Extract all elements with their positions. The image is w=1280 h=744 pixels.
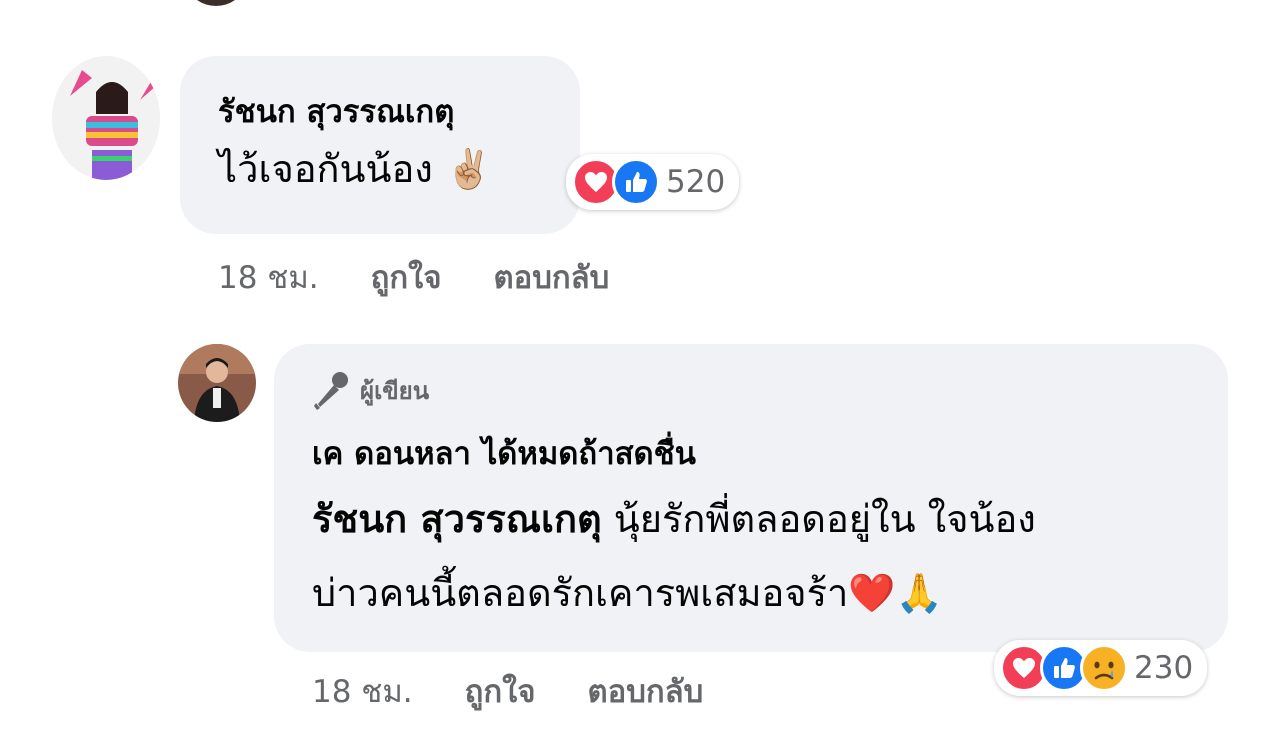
like-action-button[interactable]: ถูกใจ: [465, 666, 536, 716]
reaction-count: 230: [1134, 650, 1194, 686]
reply-author-name[interactable]: เค ดอนหลา ได้หมดถ้าสดชื่น: [312, 428, 696, 478]
reply-timestamp[interactable]: 18 ชม.: [312, 666, 413, 716]
comment-bubble: [180, 56, 580, 234]
like-icon: [612, 158, 660, 206]
reply-text-line-1: รัชนก สุวรรณเกตุ นุ้ยรักพี่ตลอดอยู่ใน ใจ…: [312, 500, 1036, 538]
reply-text-body-2: บ่าวคนนี้ตลอดรักเคารพเสมอจร้า: [312, 571, 849, 615]
comment-author-name[interactable]: รัชนก สุวรรณเกตุ: [218, 86, 454, 136]
like-action-button[interactable]: ถูกใจ: [371, 252, 442, 302]
avatar-photo: [178, 344, 256, 422]
commenter-avatar[interactable]: [52, 56, 160, 180]
author-badge-label: ผู้เขียน: [360, 376, 430, 405]
heart-pray-emoji: ❤️🙏: [848, 571, 943, 615]
reaction-summary[interactable]: 520: [566, 154, 740, 210]
author-badge: ผู้เขียน: [312, 370, 429, 410]
sad-icon: [1080, 644, 1128, 692]
reply-text-body-1: นุ้ยรักพี่ตลอดอยู่ใน ใจน้อง: [601, 497, 1036, 541]
reply-action-button[interactable]: ตอบกลับ: [587, 666, 703, 716]
avatar-photo: [52, 56, 160, 180]
reply-action-button[interactable]: ตอบกลับ: [493, 252, 609, 302]
reply-author-avatar[interactable]: [178, 344, 256, 422]
comment-text: ไว้เจอกันน้อง ✌🏼: [218, 150, 492, 188]
mention-link[interactable]: รัชนก สุวรรณเกตุ: [312, 497, 602, 541]
reaction-summary[interactable]: 230: [994, 640, 1208, 696]
previous-comment-avatar[interactable]: [190, 0, 242, 6]
victory-hand-emoji: ✌🏼: [444, 147, 493, 191]
comment-text-body: ไว้เจอกันน้อง: [218, 147, 433, 191]
reaction-count: 520: [666, 164, 726, 200]
microphone-icon: [314, 372, 348, 410]
reply-actions: 18 ชม. ถูกใจ ตอบกลับ: [312, 666, 703, 716]
reply-text-line-2: บ่าวคนนี้ตลอดรักเคารพเสมอจร้า❤️🙏: [312, 574, 943, 612]
comment-actions: 18 ชม. ถูกใจ ตอบกลับ: [218, 252, 609, 302]
comment-timestamp[interactable]: 18 ชม.: [218, 252, 319, 302]
